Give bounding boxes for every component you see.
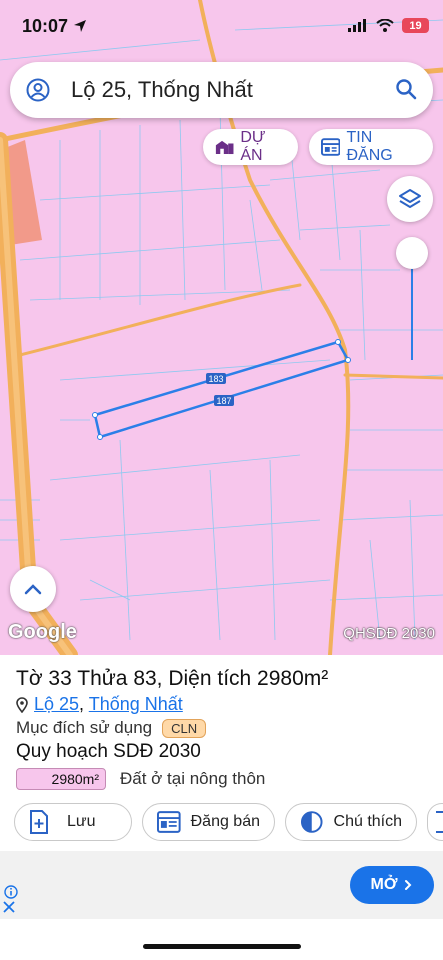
info-icon[interactable] [4,885,18,899]
layers-button[interactable] [387,176,433,222]
location-arrow-icon [74,20,86,32]
legend-button[interactable]: Chú thích [285,803,417,841]
save-button[interactable]: Lưu [14,803,132,841]
legend-label: Chú thích [333,813,402,830]
purpose-row: Mục đích sử dụng CLN [16,718,207,738]
purpose-badge: CLN [162,718,207,738]
du-an-label: DỰ ÁN [240,129,266,164]
map-layer-label: QHSDĐ 2030 [343,625,435,642]
home-indicator[interactable] [143,944,301,949]
user-icon[interactable] [26,78,50,102]
plan-type: Đất ở tại nông thôn [120,769,266,788]
partial-icon [436,811,443,833]
chevron-up-icon [24,584,42,595]
search-bar[interactable]: Lộ 25, Thống Nhất [10,62,433,118]
parcel-address: Lộ 25, Thống Nhất [16,694,183,715]
purpose-label: Mục đích sử dụng [16,718,153,737]
post-sale-label: Đăng bán [190,813,260,830]
open-ad-button[interactable]: MỞ [350,866,434,904]
battery-icon: 19 [402,18,429,33]
plan-area-chip: 2980m² [16,768,106,790]
search-query[interactable]: Lộ 25, Thống Nhất [71,77,253,103]
tin-dang-button[interactable]: TIN ĐĂNG [309,129,433,165]
parcel-title: Tờ 33 Thửa 83, Diện tích 2980m² [16,667,329,690]
building-icon [215,140,234,155]
status-icons: 19 [348,18,429,33]
selected-parcel[interactable] [92,339,351,440]
layers-icon [399,189,421,208]
search-icon[interactable] [395,78,417,100]
plan-title: Quy hoạch SDĐ 2030 [16,741,201,762]
signal-icon [348,19,366,32]
save-label: Lưu [67,813,96,830]
tin-dang-label: TIN ĐĂNG [346,129,393,164]
status-bar: 10:07 19 [0,0,443,54]
listing-icon [321,138,341,156]
pin-icon [16,696,28,713]
parcel-label-187: 187 [214,395,234,406]
plan-area-row: 2980m² Đất ở tại nông thôn [16,768,265,790]
chevron-right-icon [405,880,412,890]
parcel-label-183-text: 183 [208,374,223,384]
address-area-link[interactable]: Thống Nhất [89,694,183,714]
parcel-label-183: 183 [206,373,226,384]
close-icon[interactable] [3,901,15,913]
status-time: 10:07 [22,16,69,36]
wifi-icon [376,19,394,32]
parcel-label-187-text: 187 [216,396,231,406]
google-logo: Google [8,621,77,643]
post-sale-button[interactable]: Đăng bán [142,803,275,841]
opacity-slider-handle[interactable] [396,237,428,269]
address-road-link[interactable]: Lộ 25 [34,694,79,714]
listing-icon [157,811,181,833]
add-document-icon [30,810,48,834]
action-buttons: Lưu Đăng bán Chú thích [14,803,443,841]
expand-up-button[interactable] [10,566,56,612]
contrast-icon [300,811,323,833]
opacity-slider-track[interactable] [411,256,413,360]
open-ad-label: MỞ [370,876,398,893]
address-separator: , [79,694,85,714]
du-an-button[interactable]: DỰ ÁN [203,129,298,165]
more-action-button[interactable] [427,803,443,841]
